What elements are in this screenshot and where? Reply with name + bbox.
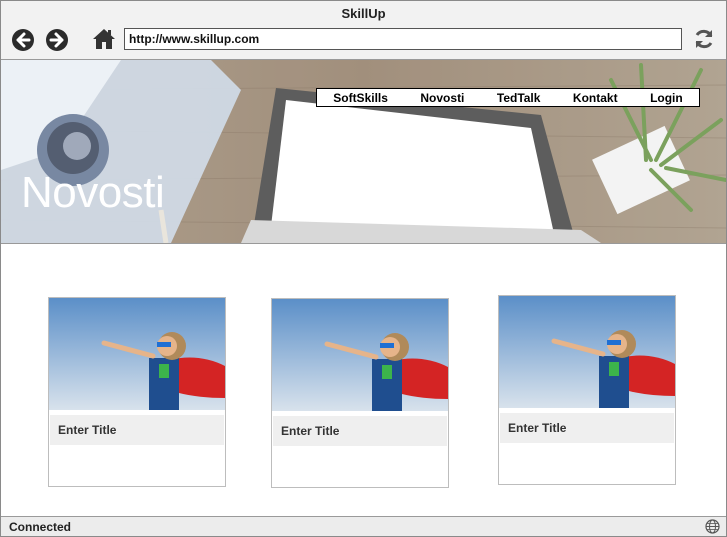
card-title: Enter Title xyxy=(508,421,567,435)
back-button[interactable] xyxy=(12,29,34,51)
card-title-bar: Enter Title xyxy=(273,416,447,446)
card-title: Enter Title xyxy=(281,424,340,438)
card-image xyxy=(499,296,675,408)
reload-button[interactable] xyxy=(692,27,716,51)
home-button[interactable] xyxy=(92,27,116,51)
reload-icon xyxy=(695,29,713,49)
superhero-kid-image xyxy=(272,299,448,411)
card-image xyxy=(49,298,225,410)
window-title: SkillUp xyxy=(341,6,386,21)
arrow-right-icon xyxy=(49,32,64,48)
nav-item-login[interactable]: Login xyxy=(650,91,683,105)
connection-status: Connected xyxy=(9,520,72,534)
main-navigation: SoftSkills Novosti TedTalk Kontakt Login xyxy=(316,88,700,107)
browser-window: SkillUp http://www.skillup.com Novosti S… xyxy=(0,0,727,537)
card-image xyxy=(272,299,448,411)
card-title-bar: Enter Title xyxy=(50,415,224,445)
nav-item-tedtalk[interactable]: TedTalk xyxy=(497,91,541,105)
nav-item-softskills[interactable]: SoftSkills xyxy=(333,91,388,105)
page-content: Novosti SoftSkills Novosti TedTalk Konta… xyxy=(1,59,726,517)
superhero-kid-image xyxy=(499,296,675,408)
url-field[interactable] xyxy=(124,28,682,50)
browser-toolbar xyxy=(1,26,726,58)
status-bar: Connected xyxy=(1,516,726,536)
superhero-kid-image xyxy=(49,298,225,410)
news-card[interactable]: Enter Title xyxy=(48,297,226,487)
card-title-bar: Enter Title xyxy=(500,413,674,443)
home-icon xyxy=(93,29,115,49)
page-heading: Novosti xyxy=(21,168,165,217)
globe-icon xyxy=(705,519,720,534)
hero-banner: Novosti SoftSkills Novosti TedTalk Konta… xyxy=(1,60,726,244)
news-card[interactable]: Enter Title xyxy=(271,298,449,488)
news-card[interactable]: Enter Title xyxy=(498,295,676,485)
card-title: Enter Title xyxy=(58,423,117,437)
arrow-left-icon xyxy=(16,32,31,48)
nav-item-novosti[interactable]: Novosti xyxy=(420,91,464,105)
forward-button[interactable] xyxy=(46,29,68,51)
nav-item-kontakt[interactable]: Kontakt xyxy=(573,91,618,105)
